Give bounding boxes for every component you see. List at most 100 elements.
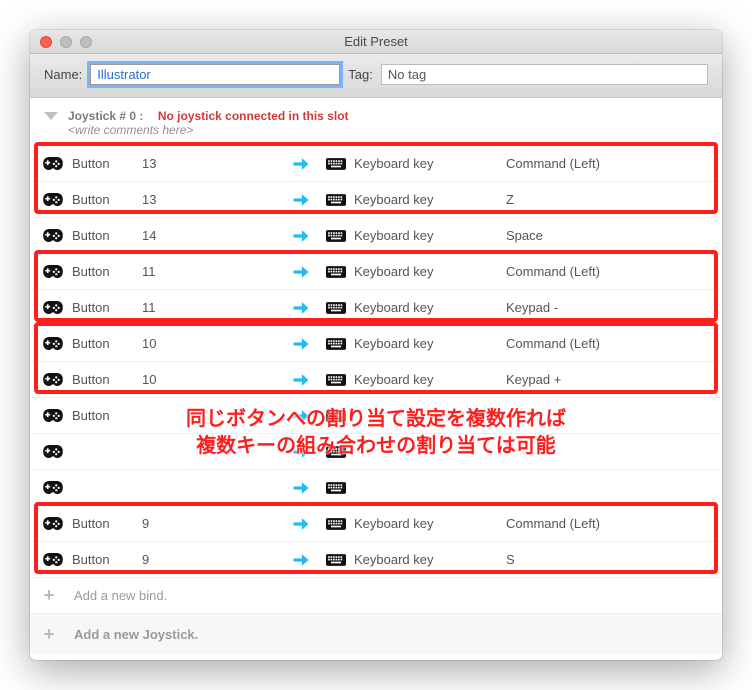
keyboard-icon bbox=[322, 266, 350, 278]
binding-row[interactable]: Button 11 Keyboard key Keypad - bbox=[30, 290, 722, 326]
target-kind[interactable]: Keyboard key bbox=[354, 336, 502, 351]
keyboard-icon bbox=[322, 194, 350, 206]
binding-row[interactable]: Button 14 Keyboard key Space bbox=[30, 218, 722, 254]
keyboard-icon bbox=[322, 302, 350, 314]
keyboard-icon bbox=[322, 230, 350, 242]
arrow-icon bbox=[284, 226, 318, 246]
gamepad-icon bbox=[38, 301, 68, 314]
gamepad-icon bbox=[38, 229, 68, 242]
target-value[interactable]: Command (Left) bbox=[506, 264, 708, 279]
binding-row[interactable]: Button 13 Keyboard key Command (Left) bbox=[30, 146, 722, 182]
binding-row[interactable] bbox=[30, 470, 722, 506]
target-kind[interactable]: Keyboard key bbox=[354, 552, 502, 567]
source-number[interactable]: 13 bbox=[142, 192, 280, 207]
source-name[interactable]: Button bbox=[72, 552, 138, 567]
source-name[interactable]: Button bbox=[72, 156, 138, 171]
target-value[interactable]: Command (Left) bbox=[506, 516, 708, 531]
target-kind[interactable]: Keyboard key bbox=[354, 516, 502, 531]
target-value[interactable]: Z bbox=[506, 192, 708, 207]
titlebar: Edit Preset bbox=[30, 30, 722, 54]
target-kind[interactable]: Keyboard key bbox=[354, 264, 502, 279]
source-number[interactable]: 13 bbox=[142, 156, 280, 171]
target-value[interactable]: Keypad + bbox=[506, 372, 708, 387]
binding-row[interactable]: Button 11 Keyboard key Command (Left) bbox=[30, 254, 722, 290]
joystick-header[interactable]: Joystick # 0 : No joystick connected in … bbox=[30, 98, 722, 146]
keyboard-icon bbox=[322, 158, 350, 170]
target-kind[interactable]: Keyboard key bbox=[354, 228, 502, 243]
add-joystick-row[interactable]: + Add a new Joystick. bbox=[30, 614, 722, 654]
arrow-icon bbox=[284, 190, 318, 210]
close-icon[interactable] bbox=[40, 36, 52, 48]
gamepad-icon bbox=[38, 517, 68, 530]
minimize-icon[interactable] bbox=[60, 36, 72, 48]
target-value[interactable]: Keypad - bbox=[506, 300, 708, 315]
source-name[interactable]: Button bbox=[72, 372, 138, 387]
window-title: Edit Preset bbox=[30, 34, 722, 49]
source-name[interactable]: Button bbox=[72, 336, 138, 351]
source-name[interactable]: Button bbox=[72, 408, 138, 423]
arrow-icon bbox=[284, 406, 318, 426]
gamepad-icon bbox=[38, 445, 68, 458]
target-value[interactable]: Command (Left) bbox=[506, 156, 708, 171]
plus-icon[interactable]: + bbox=[38, 624, 60, 645]
source-name[interactable]: Button bbox=[72, 264, 138, 279]
content: Joystick # 0 : No joystick connected in … bbox=[30, 98, 722, 660]
source-name[interactable]: Button bbox=[72, 228, 138, 243]
gamepad-icon bbox=[38, 193, 68, 206]
source-name[interactable]: Button bbox=[72, 516, 138, 531]
source-number[interactable]: 9 bbox=[142, 516, 280, 531]
keyboard-icon bbox=[322, 410, 350, 422]
source-number[interactable]: 11 bbox=[142, 264, 280, 279]
gamepad-icon bbox=[38, 157, 68, 170]
add-bind-row[interactable]: + Add a new bind. bbox=[30, 578, 722, 614]
binding-rows: Button13Keyboard keyCommand (Left)Button… bbox=[30, 146, 722, 578]
binding-row[interactable]: Button 10 Keyboard key Keypad + bbox=[30, 362, 722, 398]
arrow-icon bbox=[284, 262, 318, 282]
gamepad-icon bbox=[38, 481, 68, 494]
source-name[interactable]: Button bbox=[72, 300, 138, 315]
keyboard-icon bbox=[322, 518, 350, 530]
source-number[interactable]: 10 bbox=[142, 336, 280, 351]
preset-tag-input[interactable] bbox=[381, 64, 708, 85]
zoom-icon[interactable] bbox=[80, 36, 92, 48]
arrow-icon bbox=[284, 370, 318, 390]
arrow-icon bbox=[284, 442, 318, 462]
source-number[interactable]: 9 bbox=[142, 552, 280, 567]
source-number[interactable]: 14 bbox=[142, 228, 280, 243]
source-name[interactable]: Button bbox=[72, 192, 138, 207]
target-value[interactable]: Space bbox=[506, 228, 708, 243]
arrow-icon bbox=[284, 334, 318, 354]
gamepad-icon bbox=[38, 373, 68, 386]
disclosure-icon[interactable] bbox=[44, 112, 58, 120]
joystick-hint[interactable]: <write comments here> bbox=[68, 123, 349, 137]
arrow-icon bbox=[284, 514, 318, 534]
binding-row[interactable] bbox=[30, 434, 722, 470]
traffic-lights bbox=[30, 36, 92, 48]
preset-name-input[interactable] bbox=[90, 64, 340, 85]
target-kind[interactable]: Keyboard key bbox=[354, 156, 502, 171]
target-kind[interactable]: Keyboard key bbox=[354, 372, 502, 387]
keyboard-icon bbox=[322, 446, 350, 458]
target-value[interactable]: S bbox=[506, 552, 708, 567]
keyboard-icon bbox=[322, 482, 350, 494]
source-number[interactable]: 10 bbox=[142, 372, 280, 387]
plus-icon[interactable]: + bbox=[38, 585, 60, 606]
add-bind-label: Add a new bind. bbox=[74, 588, 167, 603]
target-kind[interactable]: Keyboard key bbox=[354, 192, 502, 207]
arrow-icon bbox=[284, 154, 318, 174]
source-number[interactable]: 11 bbox=[142, 300, 280, 315]
window: Edit Preset Name: Tag: Joystick # 0 : No… bbox=[30, 30, 722, 660]
binding-row[interactable]: Button 9 Keyboard key Command (Left) bbox=[30, 506, 722, 542]
gamepad-icon bbox=[38, 337, 68, 350]
joystick-warning: No joystick connected in this slot bbox=[158, 109, 349, 123]
target-kind[interactable]: Keyboard key bbox=[354, 300, 502, 315]
arrow-icon bbox=[284, 478, 318, 498]
toolbar: Name: Tag: bbox=[30, 54, 722, 98]
binding-row[interactable]: Button 9 Keyboard key S bbox=[30, 542, 722, 578]
keyboard-icon bbox=[322, 554, 350, 566]
joystick-title: Joystick # 0 : bbox=[68, 109, 143, 123]
target-value[interactable]: Command (Left) bbox=[506, 336, 708, 351]
binding-row[interactable]: Button bbox=[30, 398, 722, 434]
binding-row[interactable]: Button 10 Keyboard key Command (Left) bbox=[30, 326, 722, 362]
binding-row[interactable]: Button 13 Keyboard key Z bbox=[30, 182, 722, 218]
